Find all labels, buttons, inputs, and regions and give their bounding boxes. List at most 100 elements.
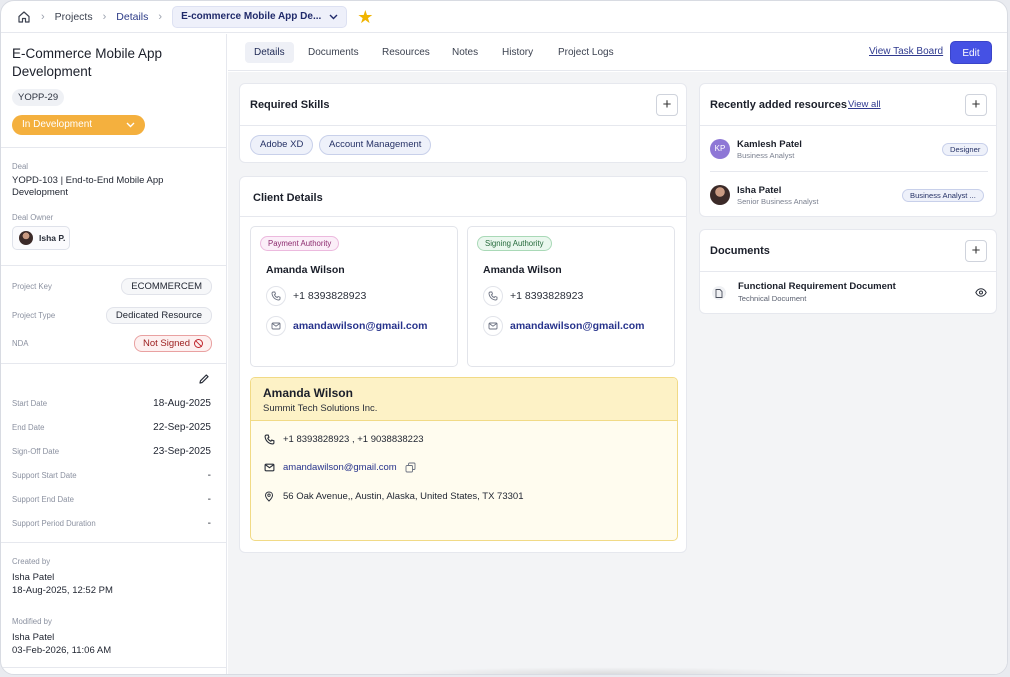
project-key-row: Project Key ECOMMERCEM [12, 277, 212, 295]
primary-phone-row: +1 8393828923 , +1 9038838223 [263, 433, 424, 445]
documents-card: Documents + Functional Requirement Docum… [699, 229, 997, 314]
contact-email[interactable]: amandawilson@gmail.com [293, 320, 428, 332]
tab-documents[interactable]: Documents [299, 42, 368, 63]
resources-card: Recently added resources View all + KP K… [699, 83, 997, 217]
divider [240, 125, 686, 126]
nda-status-badge: Not Signed [133, 334, 212, 352]
date-label: Start Date [12, 398, 48, 408]
date-row-start: Start Date 18-Aug-2025 [12, 396, 211, 410]
modified-by-label: Modified by [12, 617, 52, 626]
signing-authority-card: Signing Authority Amanda Wilson +1 83938… [467, 226, 675, 367]
date-row-signoff: Sign-Off Date 23-Sep-2025 [12, 444, 211, 458]
skill-tag: Adobe XD [250, 135, 314, 155]
edit-button[interactable]: Edit [950, 41, 992, 64]
status-dropdown[interactable]: In Development [12, 115, 145, 135]
date-value: 22-Sep-2025 [153, 421, 211, 433]
date-value: 23-Sep-2025 [153, 445, 211, 457]
list-item[interactable]: Isha Patel Senior Business Analyst Busin… [710, 183, 988, 207]
deal-value: YOPD-103 | End-to-End Mobile App Develop… [12, 175, 164, 198]
breadcrumb-details[interactable]: Details [116, 11, 148, 23]
ban-icon [194, 338, 203, 348]
breadcrumb-projects[interactable]: Projects [55, 11, 93, 23]
document-name[interactable]: Functional Requirement Document [738, 281, 896, 292]
divider [700, 125, 996, 126]
deal-owner-chip[interactable]: Isha P. [12, 226, 70, 250]
project-type-label: Project Type [12, 310, 56, 320]
contact-phone: +1 8393828923 [293, 290, 367, 302]
resource-tag: Business Analyst ... [902, 189, 984, 202]
tab-resources[interactable]: Resources [373, 42, 439, 63]
divider [1, 542, 226, 543]
divider [1, 265, 226, 266]
edit-dates-pencil-icon[interactable] [198, 373, 210, 385]
tab-project-logs[interactable]: Project Logs [549, 42, 623, 63]
app-window: › Projects › Details › E-commerce Mobile… [0, 0, 1008, 675]
add-resource-button[interactable]: + [965, 94, 987, 116]
tab-bar: Details Documents Resources Notes Histor… [228, 34, 1007, 71]
document-icon [712, 286, 726, 300]
divider [1, 363, 226, 364]
primary-contact-email[interactable]: amandawilson@gmail.com [283, 462, 397, 473]
required-skills-title: Required Skills [250, 99, 330, 111]
eye-icon[interactable] [975, 286, 987, 300]
view-all-resources-link[interactable]: View all [848, 99, 881, 110]
tab-details[interactable]: Details [245, 42, 294, 63]
date-label: Support Start Date [12, 470, 77, 480]
tab-notes[interactable]: Notes [443, 42, 487, 63]
date-row-end: End Date 22-Sep-2025 [12, 420, 211, 434]
date-value: 18-Aug-2025 [153, 397, 211, 409]
date-row-support-start: Support Start Date - [12, 468, 211, 482]
divider [710, 171, 988, 172]
resource-role: Senior Business Analyst [737, 197, 819, 206]
add-skill-button[interactable]: + [656, 94, 678, 116]
created-by-label: Created by [12, 557, 51, 566]
project-type-value: Dedicated Resource [105, 306, 212, 324]
location-pin-icon [263, 490, 275, 502]
resources-title: Recently added resources [710, 99, 847, 111]
phone-icon [483, 286, 503, 306]
divider [1, 147, 226, 148]
date-row-support-end: Support End Date - [12, 492, 211, 506]
mail-icon [266, 316, 286, 336]
chevron-down-icon [126, 115, 135, 135]
list-item[interactable]: KP Kamlesh Patel Business Analyst Design… [710, 137, 989, 161]
primary-address-row: 56 Oak Avenue,, Austin, Alaska, United S… [263, 490, 523, 502]
decorative-shadow [388, 667, 828, 674]
primary-contact-address: 56 Oak Avenue,, Austin, Alaska, United S… [283, 490, 524, 502]
modified-at: 03-Feb-2026, 11:06 AM [12, 645, 112, 656]
add-document-button[interactable]: + [965, 240, 987, 262]
copy-icon[interactable] [405, 462, 416, 473]
project-key-value: ECOMMERCEM [121, 277, 212, 295]
nda-status-text: Not Signed [142, 337, 190, 349]
primary-contact-name: Amanda Wilson [263, 386, 353, 400]
project-sidebar: E-Commerce Mobile App Development YOPP-2… [1, 34, 227, 674]
view-task-board-link[interactable]: View Task Board [869, 46, 943, 57]
page-title: E-Commerce Mobile App Development [12, 46, 163, 79]
mail-icon [483, 316, 503, 336]
date-value: - [207, 493, 211, 505]
avatar [710, 185, 730, 205]
project-switcher[interactable]: E-commerce Mobile App De... [172, 5, 348, 28]
chevron-right-icon: › [102, 10, 107, 23]
project-switcher-label: E-commerce Mobile App De... [181, 11, 322, 22]
skill-tag: Account Management [319, 135, 432, 155]
created-at: 18-Aug-2025, 12:52 PM [12, 585, 113, 596]
contact-name: Amanda Wilson [266, 264, 345, 276]
phone-icon [263, 433, 275, 445]
document-type: Technical Document [738, 294, 807, 303]
home-icon[interactable] [17, 10, 31, 24]
chevron-right-icon: › [158, 10, 163, 23]
required-skills-card: Required Skills + Adobe XD Account Manag… [239, 83, 687, 163]
project-code-badge: YOPP-29 [12, 89, 65, 106]
divider [240, 216, 686, 217]
date-value: - [207, 469, 211, 481]
contact-email[interactable]: amandawilson@gmail.com [510, 320, 645, 332]
primary-contact-company: Summit Tech Solutions Inc. [263, 403, 378, 414]
divider [700, 271, 996, 272]
breadcrumb: › Projects › Details › E-commerce Mobile… [1, 1, 1007, 33]
deal-owner-name: Isha P. [39, 233, 66, 243]
tab-history[interactable]: History [493, 42, 542, 63]
date-row-support-duration: Support Period Duration - [12, 516, 211, 530]
resource-name: Isha Patel [737, 185, 782, 196]
star-icon[interactable]: ★ [357, 8, 373, 26]
